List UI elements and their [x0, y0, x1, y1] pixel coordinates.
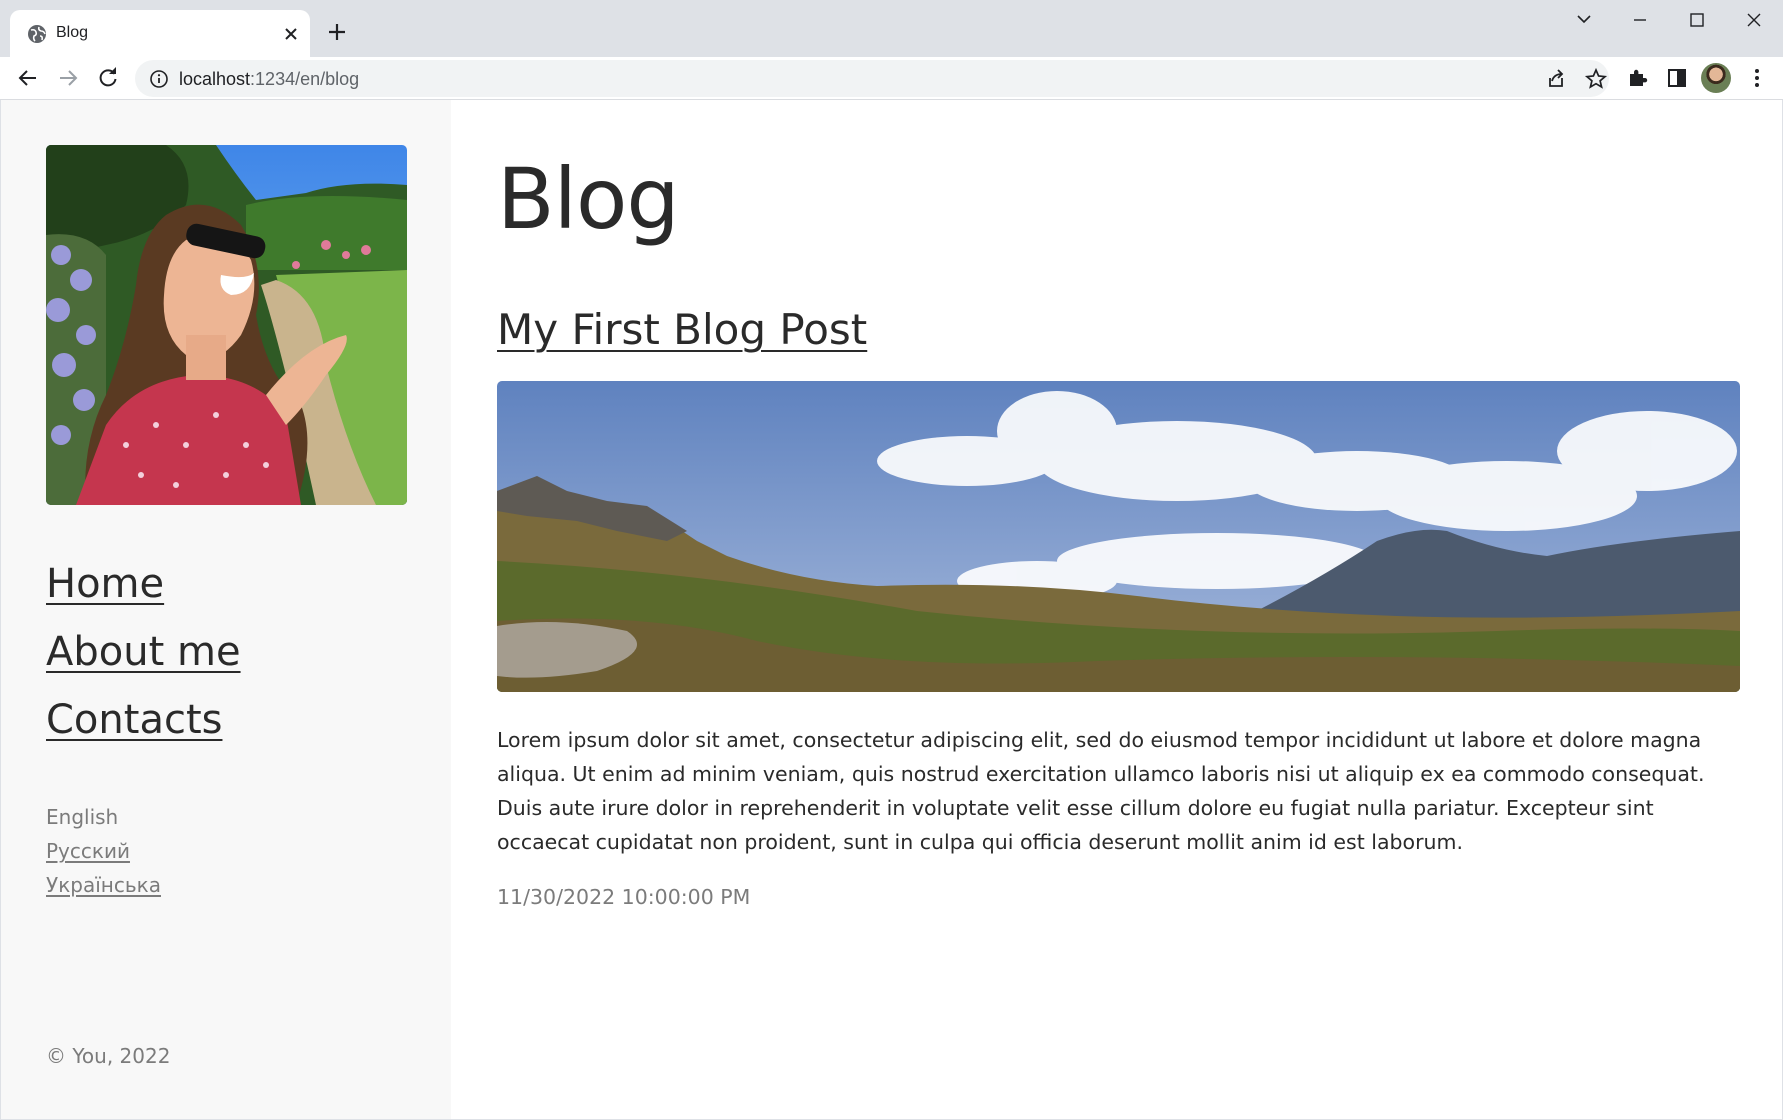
post-excerpt: Lorem ipsum dolor sit amet, consectetur … [497, 728, 1705, 854]
minimize-icon[interactable] [1622, 8, 1658, 32]
browser-tabstrip: Blog [0, 0, 1783, 57]
close-icon[interactable] [280, 23, 302, 45]
browser-toolbar: localhost:1234/en/blog [0, 57, 1783, 100]
tab-title: Blog [56, 24, 89, 41]
nav-link-home[interactable]: Home [46, 550, 241, 618]
side-panel-icon[interactable] [1664, 65, 1690, 91]
post-date: 11/30/2022 10:00:00 PM [497, 885, 751, 909]
language-current: English [46, 805, 119, 829]
profile-photo [46, 145, 407, 505]
close-window-icon[interactable] [1736, 8, 1772, 32]
language-link-russian[interactable]: Русский [46, 834, 161, 868]
address-bar[interactable]: localhost:1234/en/blog [135, 60, 1609, 97]
profile-avatar[interactable] [1701, 63, 1731, 93]
post-title-link[interactable]: My First Blog Post [497, 305, 867, 354]
nav-link-contacts[interactable]: Contacts [46, 686, 241, 754]
nav-link-about[interactable]: About me [46, 618, 241, 686]
page-title: Blog [497, 150, 680, 248]
profile-photo-illustration [46, 145, 407, 505]
info-icon[interactable] [149, 69, 169, 89]
back-arrow-icon[interactable] [15, 65, 41, 91]
globe-icon [28, 25, 46, 43]
puzzle-icon[interactable] [1625, 65, 1651, 91]
reload-icon[interactable] [95, 65, 121, 91]
star-icon[interactable] [1583, 66, 1609, 92]
browser-tab-blog[interactable]: Blog [10, 10, 310, 57]
main-nav: Home About me Contacts [46, 550, 241, 754]
post-cover-image [497, 381, 1740, 692]
kebab-menu-icon[interactable] [1744, 65, 1770, 91]
page-viewport: Home About me Contacts English Русский У… [1, 100, 1782, 1119]
url-path: :1234/en/blog [250, 69, 360, 89]
maximize-icon[interactable] [1679, 8, 1715, 32]
share-icon[interactable] [1543, 66, 1569, 92]
copyright: © You, 2022 [46, 1044, 171, 1068]
url-text: localhost:1234/en/blog [179, 69, 359, 90]
forward-arrow-icon[interactable] [55, 65, 81, 91]
url-host: localhost [179, 69, 251, 89]
language-link-ukrainian[interactable]: Українська [46, 868, 161, 902]
language-switcher: English Русский Українська [46, 800, 161, 902]
plus-icon[interactable] [325, 20, 349, 44]
mountain-landscape-illustration [497, 381, 1740, 692]
chevron-down-icon[interactable] [1566, 8, 1602, 32]
sidebar: Home About me Contacts English Русский У… [1, 100, 451, 1119]
